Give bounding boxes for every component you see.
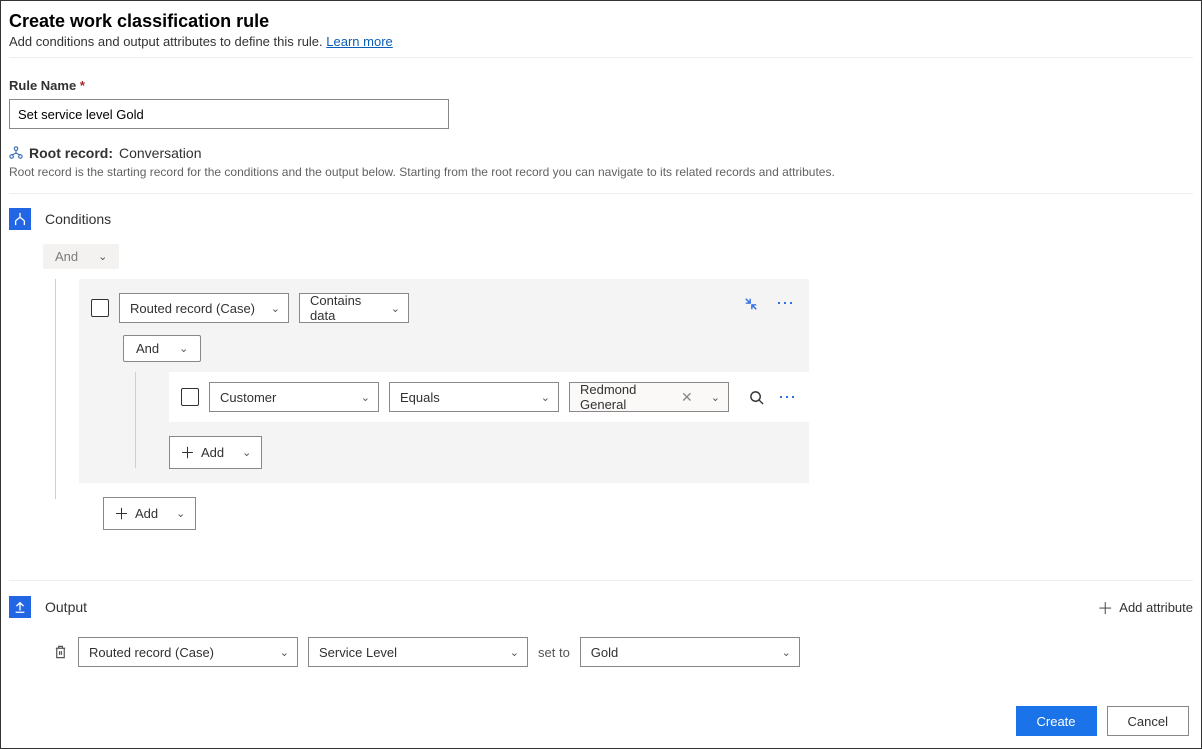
nested-condition-checkbox[interactable]	[181, 388, 199, 406]
divider	[9, 193, 1193, 194]
nested-field-dropdown[interactable]: Customer⌄	[209, 382, 379, 412]
operator-dropdown[interactable]: Contains data⌄	[299, 293, 409, 323]
plus-icon: ＋	[180, 442, 195, 463]
add-nested-condition-button[interactable]: ＋ Add ⌄	[169, 436, 262, 469]
cancel-button[interactable]: Cancel	[1107, 706, 1189, 736]
root-record-value: Conversation	[119, 145, 202, 161]
field-dropdown[interactable]: Routed record (Case)⌄	[119, 293, 289, 323]
chevron-down-icon: ⌄	[361, 391, 370, 404]
chevron-down-icon: ⌄	[782, 646, 791, 659]
set-to-label: set to	[538, 645, 570, 660]
plus-icon: ＋	[1097, 595, 1113, 619]
page-subtitle: Add conditions and output attributes to …	[9, 34, 1193, 49]
output-entity-dropdown[interactable]: Routed record (Case)⌄	[78, 637, 298, 667]
output-badge-icon	[9, 596, 31, 618]
rule-name-input[interactable]	[9, 99, 449, 129]
chevron-down-icon: ⌄	[711, 391, 720, 404]
chevron-down-icon: ⌄	[179, 342, 188, 355]
chevron-down-icon: ⌄	[176, 507, 185, 520]
top-logic-operator[interactable]: And⌄	[43, 244, 119, 269]
rule-name-label: Rule Name *	[9, 78, 1193, 93]
add-attribute-button[interactable]: ＋ Add attribute	[1097, 595, 1193, 619]
page-title: Create work classification rule	[9, 11, 1193, 32]
root-record-description: Root record is the starting record for t…	[9, 165, 1193, 179]
root-record-label: Root record:	[29, 145, 113, 161]
hierarchy-icon	[9, 146, 23, 160]
row-more-icon[interactable]: ⋯	[776, 293, 795, 314]
nested-value-lookup[interactable]: Redmond General ✕ ⌄	[569, 382, 729, 412]
collapse-icon[interactable]	[744, 297, 758, 311]
create-button[interactable]: Create	[1016, 706, 1097, 736]
divider	[9, 57, 1193, 58]
conditions-badge-icon	[9, 208, 31, 230]
output-value-dropdown[interactable]: Gold⌄	[580, 637, 800, 667]
subtitle-text: Add conditions and output attributes to …	[9, 34, 323, 49]
delete-output-icon[interactable]	[53, 644, 68, 660]
chevron-down-icon: ⌄	[271, 302, 280, 315]
output-title: Output	[45, 599, 87, 615]
condition-checkbox[interactable]	[91, 299, 109, 317]
chevron-down-icon: ⌄	[242, 446, 251, 459]
chevron-down-icon: ⌄	[98, 250, 107, 263]
search-icon[interactable]	[749, 390, 764, 405]
chevron-down-icon: ⌄	[391, 302, 400, 315]
learn-more-link[interactable]: Learn more	[326, 34, 392, 49]
nested-operator-dropdown[interactable]: Equals⌄	[389, 382, 559, 412]
add-condition-button[interactable]: ＋ Add ⌄	[103, 497, 196, 530]
chevron-down-icon: ⌄	[541, 391, 550, 404]
chevron-down-icon: ⌄	[510, 646, 519, 659]
clear-value-icon[interactable]: ✕	[681, 389, 693, 406]
nested-more-icon[interactable]: ⋯	[778, 387, 797, 408]
output-field-dropdown[interactable]: Service Level⌄	[308, 637, 528, 667]
inner-logic-operator[interactable]: And⌄	[123, 335, 201, 362]
divider	[9, 580, 1193, 581]
plus-icon: ＋	[114, 503, 129, 524]
chevron-down-icon: ⌄	[280, 646, 289, 659]
conditions-title: Conditions	[45, 211, 111, 227]
